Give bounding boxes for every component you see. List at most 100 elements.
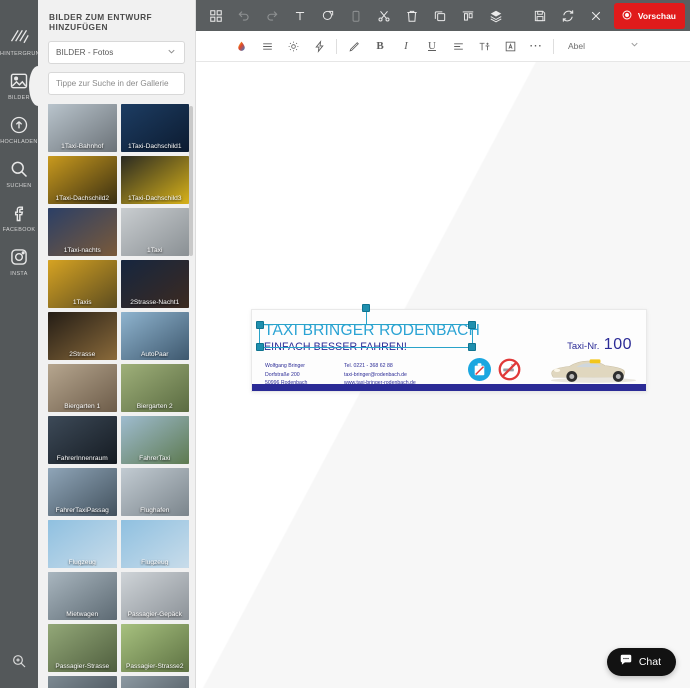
refresh-icon <box>561 9 575 23</box>
gallery-thumbnail[interactable]: 1Taxi-Dachschild1 <box>120 104 189 152</box>
layers-button[interactable] <box>482 0 510 31</box>
ellipsis-icon: ⋯ <box>529 38 543 53</box>
gallery-thumbnail[interactable]: 2Strasse-Nacht1 <box>120 260 189 308</box>
copy-button[interactable] <box>314 0 342 31</box>
gallery-thumbnail[interactable]: Flugzeug <box>48 520 117 568</box>
thumbnail-image <box>48 676 117 688</box>
rotate-handle[interactable] <box>362 304 370 312</box>
sidebar-label: HOCHLADEN <box>0 139 38 145</box>
sidebar-item-instagram[interactable]: INSTA <box>0 246 38 277</box>
sidebar-item-bilder[interactable]: BILDER <box>0 66 47 106</box>
panel-scrollbar[interactable] <box>189 106 193 256</box>
qr-code-button[interactable] <box>202 0 230 31</box>
clipboard-icon <box>349 9 363 23</box>
gallery-thumbnail[interactable]: 1Taxi <box>120 208 189 256</box>
gallery-thumbnail[interactable]: Passagier-Gepäck <box>120 572 189 620</box>
add-text-button[interactable] <box>286 0 314 31</box>
resize-handle-bottom-left[interactable] <box>256 343 264 351</box>
zoom-in-button[interactable] <box>0 653 38 674</box>
save-button[interactable] <box>526 0 554 31</box>
card-taxi-number[interactable]: Taxi-Nr. 100 <box>567 336 632 354</box>
paste-button[interactable] <box>342 0 370 31</box>
sidebar-label: BILDER <box>8 95 30 101</box>
italic-button[interactable]: I <box>393 31 419 62</box>
no-smoking-badge[interactable] <box>498 358 521 381</box>
chat-widget-button[interactable]: Chat <box>606 648 676 676</box>
category-dropdown[interactable]: BILDER - Fotos <box>48 41 185 64</box>
format-toolbar: B I U ⋯ Abel <box>196 31 690 62</box>
card-bottom-bar <box>252 384 646 391</box>
underline-icon: U <box>428 40 436 52</box>
sidebar-item-hintergrund[interactable]: HINTERGRUND <box>0 26 38 57</box>
gallery-thumbnail[interactable]: Passagier-Strasse <box>48 624 117 672</box>
thumbnail-label: Passagier-Strasse <box>55 663 110 670</box>
underline-button[interactable]: U <box>419 31 445 62</box>
line-spacing-button[interactable] <box>254 31 280 62</box>
gallery-thumbnail[interactable]: 1Taxi-Dachschild3 <box>120 156 189 204</box>
color-picker-button[interactable] <box>228 31 254 62</box>
thumbnail-scroll-area[interactable]: 1Taxi-Bahnhof 1Taxi-Dachschild1 1Taxi-Dach… <box>38 104 195 688</box>
sidebar-item-hochladen[interactable]: HOCHLADEN <box>0 114 38 145</box>
duplicate-button[interactable] <box>426 0 454 31</box>
toolbar-right-group: Vorschau <box>526 0 690 31</box>
font-size-icon <box>478 40 491 53</box>
gallery-thumbnail[interactable]: Flughafen <box>120 468 189 516</box>
card-title-text[interactable]: TAXI BRINGER RODENBACH <box>264 322 480 340</box>
more-button[interactable]: ⋯ <box>523 31 549 62</box>
gallery-thumbnail[interactable]: AutoPaar <box>120 312 189 360</box>
resize-handle-bottom-right[interactable] <box>468 343 476 351</box>
refresh-button[interactable] <box>554 0 582 31</box>
thumbnail-label: FahrerTaxi <box>139 455 171 462</box>
gallery-thumbnail[interactable]: Biergarten 2 <box>120 364 189 412</box>
resize-handle-top-left[interactable] <box>256 321 264 329</box>
sidebar-item-suchen[interactable]: SUCHEN <box>0 158 38 189</box>
gallery-thumbnail[interactable]: 2Strasse <box>48 312 117 360</box>
close-x-icon <box>589 9 603 23</box>
thumbnail-label: Flugzeug <box>141 559 169 566</box>
qr-code-icon <box>209 9 223 23</box>
font-family-select[interactable]: Abel <box>568 41 585 51</box>
bold-button[interactable]: B <box>367 31 393 62</box>
design-canvas[interactable]: TAXI BRINGER RODENBACH EINFACH BESSER FA… <box>196 62 690 688</box>
effects-button[interactable] <box>306 31 332 62</box>
brightness-button[interactable] <box>280 31 306 62</box>
preview-label: Vorschau <box>637 10 676 21</box>
no-luggage-badge[interactable] <box>468 358 491 381</box>
copy-shape-icon <box>321 9 335 23</box>
search-input[interactable] <box>56 79 177 88</box>
thumbnail-label: Passagier-Strasse2 <box>125 663 184 670</box>
gallery-thumbnail[interactable]: 1Taxi-Dachschild2 <box>48 156 117 204</box>
gallery-thumbnail[interactable] <box>120 676 189 688</box>
gallery-thumbnail[interactable]: Biergarten 1 <box>48 364 117 412</box>
cut-button[interactable] <box>370 0 398 31</box>
gallery-thumbnail[interactable]: Flugzeug <box>120 520 189 568</box>
gallery-thumbnail[interactable]: 1Taxis <box>48 260 117 308</box>
redo-button[interactable] <box>258 0 286 31</box>
align-text-button[interactable] <box>445 31 471 62</box>
gallery-thumbnail[interactable]: FahrerTaxiPassag <box>48 468 117 516</box>
gallery-thumbnail[interactable]: FahrerInnenraum <box>48 416 117 464</box>
preview-button[interactable]: Vorschau <box>613 2 685 29</box>
highlight-button[interactable] <box>341 31 367 62</box>
undo-button[interactable] <box>230 0 258 31</box>
thumbnail-label: Biergarten 1 <box>64 403 101 410</box>
font-chevron-down-icon[interactable] <box>629 39 640 53</box>
gallery-thumbnail[interactable]: 1Taxi-nachts <box>48 208 117 256</box>
close-button[interactable] <box>582 0 610 31</box>
delete-button[interactable] <box>398 0 426 31</box>
align-button[interactable] <box>454 0 482 31</box>
gallery-thumbnail[interactable] <box>48 676 117 688</box>
gallery-thumbnail[interactable]: Passagier-Strasse2 <box>120 624 189 672</box>
font-size-button[interactable] <box>471 31 497 62</box>
resize-handle-top-right[interactable] <box>468 321 476 329</box>
thumbnail-image <box>120 676 189 688</box>
gallery-search-field[interactable] <box>48 72 185 95</box>
gallery-thumbnail[interactable]: FahrerTaxi <box>120 416 189 464</box>
images-panel: BILDER ZUM ENTWURF HINZUFÜGEN BILDER - F… <box>38 0 196 688</box>
gallery-thumbnail[interactable]: Mietwagen <box>48 572 117 620</box>
card-subtitle-text[interactable]: EINFACH BESSER FAHREN! <box>264 341 407 353</box>
text-box-button[interactable] <box>497 31 523 62</box>
business-card-design[interactable]: TAXI BRINGER RODENBACH EINFACH BESSER FA… <box>251 309 647 392</box>
gallery-thumbnail[interactable]: 1Taxi-Bahnhof <box>48 104 117 152</box>
sidebar-item-facebook[interactable]: FACEBOOK <box>0 202 38 233</box>
